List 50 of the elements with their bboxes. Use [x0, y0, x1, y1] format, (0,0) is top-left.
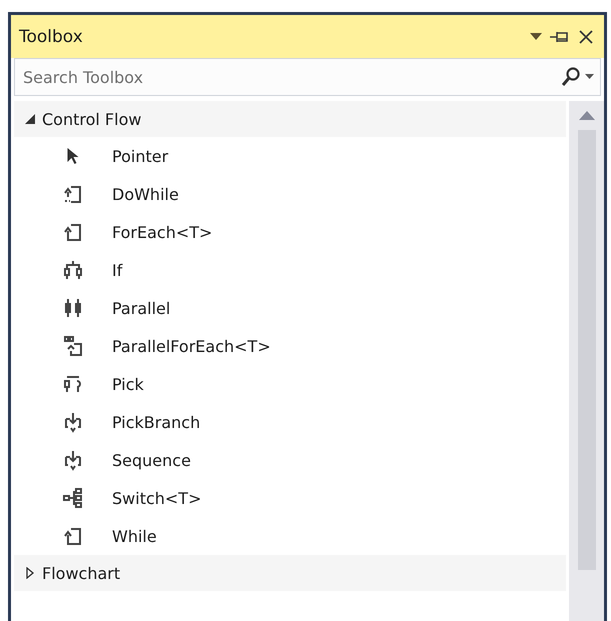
toolbox-item[interactable]: Sequence: [14, 441, 569, 479]
search-field[interactable]: Search Toolbox: [14, 58, 601, 96]
item-label: ForEach<T>: [112, 222, 212, 242]
activity-icon: [62, 259, 84, 281]
scroll-thumb[interactable]: [578, 130, 596, 570]
activity-icon: [62, 335, 84, 357]
toolbox-item[interactable]: Pointer: [14, 137, 569, 175]
activity-icon: [62, 297, 84, 319]
toolbox-item[interactable]: ForEach<T>: [14, 213, 569, 251]
item-label: While: [112, 526, 157, 546]
item-label: ParallelForEach<T>: [112, 336, 271, 356]
group-name: Flowchart: [42, 564, 120, 582]
toolbox-item[interactable]: While: [14, 517, 569, 555]
item-label: Pointer: [112, 146, 168, 166]
activity-icon: [62, 183, 84, 205]
toolbox-item[interactable]: DoWhile: [14, 175, 569, 213]
search-input[interactable]: Search Toolbox: [23, 68, 557, 86]
toolbox-item[interactable]: If: [14, 251, 569, 289]
activity-icon: [62, 221, 84, 243]
activity-icon: [62, 411, 84, 433]
window-title: Toolbox: [19, 26, 83, 46]
expander-icon[interactable]: [24, 113, 36, 125]
pointer-icon: [67, 148, 79, 164]
group-name: Control Flow: [42, 110, 142, 128]
activity-icon: [62, 373, 84, 395]
dropdown-icon[interactable]: [585, 74, 594, 80]
dropdown-icon[interactable]: [530, 32, 542, 40]
expander-icon[interactable]: [24, 567, 36, 579]
toolbox-item[interactable]: PickBranch: [14, 403, 569, 441]
activity-icon: [62, 449, 84, 471]
toolbox-item[interactable]: Parallel: [14, 289, 569, 327]
item-label: Pick: [112, 374, 144, 394]
scroll-up-icon[interactable]: [578, 111, 594, 120]
item-label: If: [112, 260, 122, 280]
item-label: Switch<T>: [112, 488, 202, 508]
pin-icon[interactable]: [550, 30, 570, 44]
activity-icon: [62, 487, 84, 509]
item-label: Sequence: [112, 450, 191, 470]
toolbox-item[interactable]: Pick: [14, 365, 569, 403]
scrollbar[interactable]: [569, 101, 604, 621]
item-label: PickBranch: [112, 412, 200, 432]
group-header[interactable]: Control Flow: [14, 101, 566, 137]
toolbox-item[interactable]: ParallelForEach<T>: [14, 327, 569, 365]
search-icon[interactable]: [561, 66, 581, 88]
item-label: Parallel: [112, 298, 170, 318]
activity-icon: [62, 525, 84, 547]
group-header[interactable]: Flowchart: [14, 555, 566, 591]
item-label: DoWhile: [112, 184, 179, 204]
close-icon[interactable]: [578, 28, 594, 44]
toolbox-item[interactable]: Switch<T>: [14, 479, 569, 517]
